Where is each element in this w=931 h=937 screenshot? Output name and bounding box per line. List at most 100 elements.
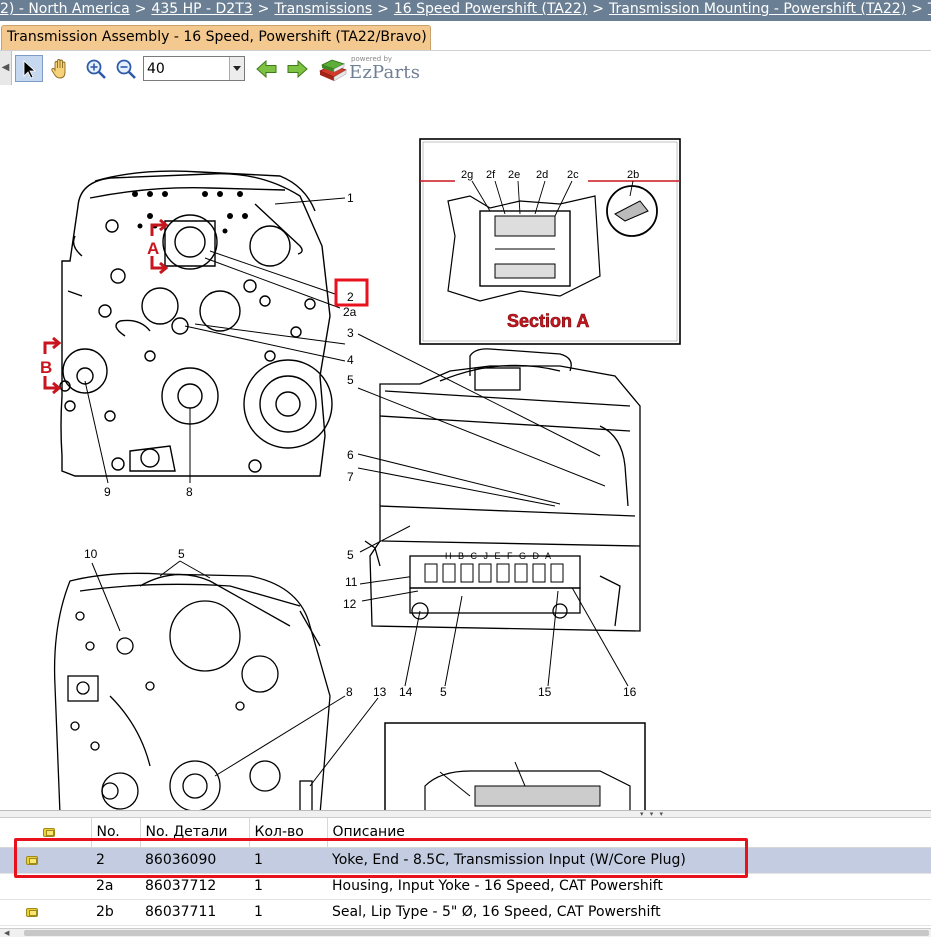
arrow-right-icon	[287, 59, 308, 78]
tab-transmission-assembly[interactable]: Transmission Assembly - 16 Speed, Powers…	[1, 25, 431, 50]
transmission-rear-view	[53, 572, 331, 814]
toolbar-collapse-icon[interactable]: ◀	[0, 51, 12, 85]
scrollbar-thumb[interactable]	[24, 930, 929, 936]
cell-description: Yoke, End - 8.5C, Transmission Input (W/…	[327, 847, 931, 874]
pane-splitter[interactable]: ▾ ▾ ▾	[0, 810, 931, 818]
zoom-in-icon	[86, 59, 106, 79]
breadcrumb-separator: >	[592, 1, 604, 17]
callout-8-lower[interactable]: 8	[346, 685, 353, 699]
cell-no: 2	[91, 847, 140, 874]
callout-4[interactable]: 4	[347, 353, 354, 367]
scroll-left-icon[interactable]: ◀	[4, 929, 9, 937]
cell-quantity: 1	[249, 873, 327, 900]
arrow-pointer-icon	[23, 59, 37, 79]
zoom-out-button[interactable]	[112, 55, 140, 82]
select-pointer-button[interactable]	[15, 55, 43, 82]
callout-15[interactable]: 15	[538, 685, 552, 699]
zoom-level-select[interactable]	[143, 56, 245, 81]
parts-table: No. No. Детали Кол-во Описание 2 8603609…	[0, 818, 931, 926]
pan-hand-button[interactable]	[46, 55, 74, 82]
callout-7[interactable]: 7	[347, 470, 354, 484]
breadcrumb-item-transmissions[interactable]: Transmissions	[274, 1, 372, 17]
callout-2a[interactable]: 2a	[343, 305, 357, 319]
cell-description: Housing, Input Yoke - 16 Speed, CAT Powe…	[327, 873, 931, 900]
column-header-quantity[interactable]: Кол-во	[249, 818, 328, 848]
table-row[interactable]: 2 86036090 1 Yoke, End - 8.5C, Transmiss…	[0, 847, 931, 874]
valve-letters: H B C J E F G D A	[445, 551, 553, 561]
breadcrumb-separator: >	[257, 1, 270, 17]
section-label-2e: 2e	[508, 169, 520, 181]
section-a-title: Section A	[507, 311, 589, 331]
table-row[interactable]: 2a 86037712 1 Housing, Input Yoke - 16 S…	[0, 873, 931, 900]
zoom-in-button[interactable]	[82, 55, 110, 82]
exploded-view-drawing: A B 1 2 2a 3 4 5 6 7 9 8 10 5 5 11 12 14…	[40, 138, 681, 814]
next-button[interactable]	[283, 55, 311, 82]
cell-no: 2b	[91, 899, 140, 926]
cell-quantity: 1	[249, 847, 327, 874]
callout-13[interactable]: 13	[373, 685, 387, 699]
callout-5-lower[interactable]: 5	[178, 547, 185, 561]
breadcrumb-item-region[interactable]: 2) - North America	[0, 1, 130, 17]
previous-button[interactable]	[253, 55, 281, 82]
cell-part-number: 86036090	[140, 847, 249, 874]
tab-strip: Transmission Assembly - 16 Speed, Powers…	[0, 21, 931, 50]
table-row[interactable]: 2b 86037711 1 Seal, Lip Type - 5" Ø, 16 …	[0, 899, 931, 926]
splitter-grip-icon[interactable]: ▾ ▾ ▾	[640, 811, 690, 818]
section-label-2g: 2g	[461, 169, 473, 181]
row-icon-cell	[0, 899, 91, 926]
callout-1[interactable]: 1	[347, 191, 354, 205]
note-icon[interactable]	[26, 855, 38, 865]
breadcrumb-separator: >	[134, 1, 147, 17]
section-label-2c: 2c	[567, 169, 579, 181]
cell-description: Seal, Lip Type - 5" Ø, 16 Speed, CAT Pow…	[327, 899, 931, 926]
section-a-inset: 2g 2f 2e 2d 2c 2b Section A	[419, 138, 681, 345]
parts-diagram[interactable]: A B 1 2 2a 3 4 5 6 7 9 8 10 5 5 11 12 14…	[0, 86, 931, 814]
table-header-row: No. No. Детали Кол-во Описание	[0, 818, 931, 848]
cell-part-number: 86037712	[140, 873, 249, 900]
ezparts-viewer: 2) - North America >435 HP - D2T3 > Transmi…	[0, 0, 931, 937]
column-header-part-number[interactable]: No. Детали	[140, 818, 250, 848]
note-icon	[43, 827, 55, 837]
books-icon	[319, 59, 347, 82]
transmission-front-view	[59, 170, 333, 477]
toolbar: ◀ 40 powered by EzParts	[0, 50, 931, 86]
callout-5-right[interactable]: 5	[347, 548, 354, 562]
callout-2[interactable]: 2	[347, 290, 354, 304]
row-icon-cell	[0, 873, 91, 900]
callout-16[interactable]: 16	[623, 685, 637, 699]
callout-8[interactable]: 8	[186, 485, 193, 499]
breadcrumb-item-engine[interactable]: 435 HP - D2T3	[151, 1, 252, 17]
detail-inset-b	[384, 722, 646, 814]
callout-11[interactable]: 11	[345, 575, 358, 589]
cell-quantity: 1	[249, 899, 327, 926]
section-a-letter: A	[147, 239, 159, 258]
callout-5-bottom[interactable]: 5	[440, 685, 447, 699]
column-header-description[interactable]: Описание	[327, 818, 931, 848]
cell-part-number: 86037711	[140, 899, 249, 926]
callout-12[interactable]: 12	[343, 597, 357, 611]
column-header-icon[interactable]	[0, 818, 92, 848]
section-label-2d: 2d	[536, 169, 548, 181]
zoom-level-input[interactable]	[144, 57, 230, 80]
arrow-left-icon	[256, 59, 277, 78]
breadcrumb: 2) - North America >435 HP - D2T3 > Transmi…	[0, 0, 931, 21]
callout-10[interactable]: 10	[84, 547, 98, 561]
callout-5[interactable]: 5	[347, 373, 354, 387]
breadcrumb-item-powershift[interactable]: 16 Speed Powershift (TA22)	[394, 1, 587, 17]
callout-14[interactable]: 14	[399, 685, 413, 699]
parts-list: No. No. Детали Кол-во Описание 2 8603609…	[0, 818, 931, 928]
row-icon-cell	[0, 847, 91, 874]
chevron-down-icon[interactable]	[229, 57, 244, 80]
breadcrumb-separator: >	[377, 1, 389, 17]
hand-icon	[51, 58, 66, 78]
section-label-2b: 2b	[627, 169, 639, 181]
zoom-out-icon	[116, 59, 136, 79]
callout-6[interactable]: 6	[347, 448, 354, 462]
horizontal-scrollbar[interactable]: ◀	[0, 928, 931, 937]
logo-text: EzParts	[349, 62, 421, 83]
callout-9[interactable]: 9	[104, 485, 111, 499]
callout-3[interactable]: 3	[347, 326, 354, 340]
note-icon[interactable]	[26, 907, 38, 917]
column-header-no[interactable]: No.	[91, 818, 141, 848]
breadcrumb-item-mounting[interactable]: Transmission Mounting - Powershift (TA22…	[609, 1, 906, 17]
